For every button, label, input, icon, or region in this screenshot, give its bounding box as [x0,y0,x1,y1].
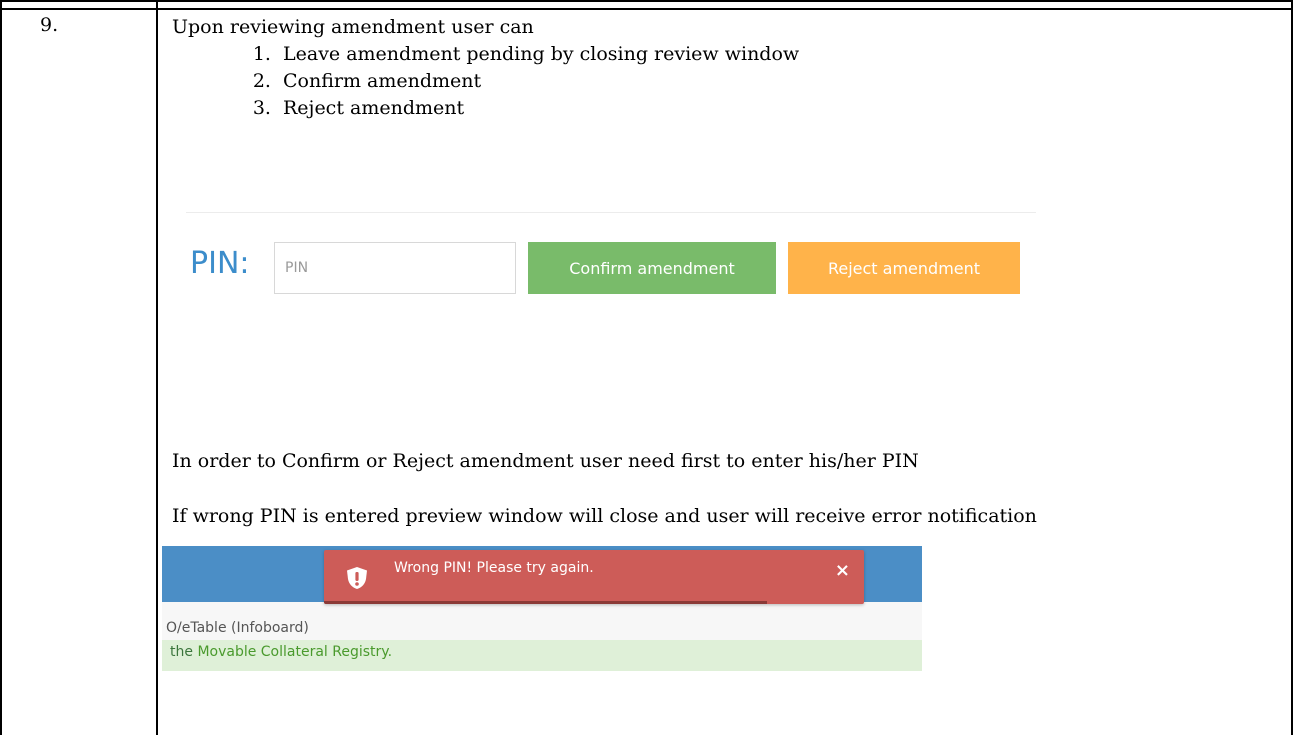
pin-input[interactable] [274,242,516,294]
registry-link[interactable]: Movable Collateral Registry. [197,644,392,660]
reject-amendment-button[interactable]: Reject amendment [788,242,1020,294]
table-left-border [0,0,2,735]
list-item: Leave amendment pending by closing revie… [277,41,1282,68]
list-item: Reject amendment [277,95,1282,122]
error-toast: Wrong PIN! Please try again. × [324,550,864,604]
pin-label: PIN: [190,246,250,281]
shield-exclamation-icon [347,567,367,589]
confirm-amendment-button[interactable]: Confirm amendment [528,242,776,294]
toast-message: Wrong PIN! Please try again. [394,560,594,576]
sub-bar-text: O/eTable (Infoboard) [166,620,309,636]
step-number: 9. [40,14,59,36]
table-top-border [0,0,1293,2]
pin-form-screenshot: PIN: Confirm amendment Reject amendment [186,212,1036,304]
step-content: Upon reviewing amendment user can Leave … [172,14,1282,122]
registry-alert-text: the Movable Collateral Registry. [170,644,392,660]
wrong-pin-note: If wrong PIN is entered preview window w… [172,505,1037,527]
list-item: Confirm amendment [277,68,1282,95]
table-row-border [0,8,1293,10]
toast-progress-bar [324,601,767,604]
close-icon[interactable]: × [835,560,850,581]
table-column-divider [156,0,158,735]
pin-required-note: In order to Confirm or Reject amendment … [172,450,919,472]
step-intro: Upon reviewing amendment user can [172,16,534,38]
divider [186,212,1036,213]
step-options-list: Leave amendment pending by closing revie… [172,41,1282,122]
registry-prefix: the [170,644,198,660]
